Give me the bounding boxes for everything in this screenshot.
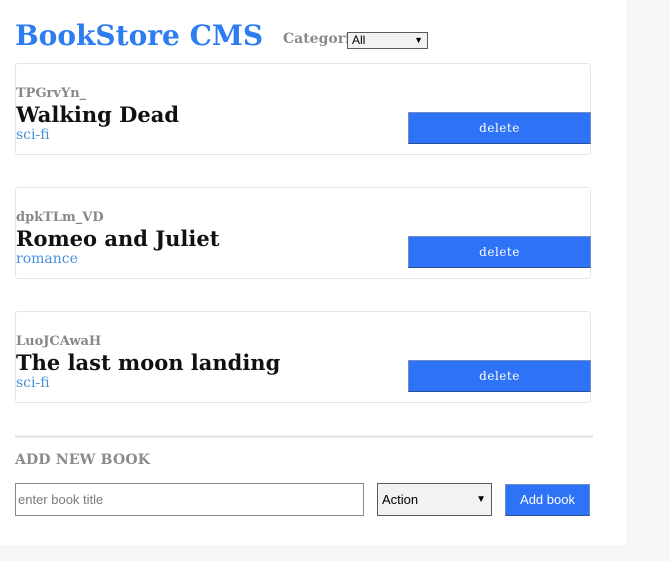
book-category[interactable]: sci-fi xyxy=(16,127,50,143)
delete-button[interactable]: delete xyxy=(408,112,591,144)
chevron-down-icon: ▼ xyxy=(414,35,423,45)
book-title: The last moon landing xyxy=(16,350,281,375)
categories-select[interactable]: All ▼ xyxy=(347,32,428,49)
book-title: Romeo and Juliet xyxy=(16,226,220,251)
genre-select[interactable]: Action ▼ xyxy=(377,483,492,516)
header: BookStore CMS Categories All ▼ xyxy=(15,18,615,54)
book-category[interactable]: sci-fi xyxy=(16,375,50,391)
book-card: LuoJCAwaH The last moon landing sci-fi d… xyxy=(15,311,591,403)
book-id: dpkTLm_VD xyxy=(16,210,104,225)
book-title: Walking Dead xyxy=(16,102,179,127)
delete-button[interactable]: delete xyxy=(408,236,591,268)
book-card: TPGrvYn_ Walking Dead sci-fi delete xyxy=(15,63,591,155)
add-book-button[interactable]: Add book xyxy=(505,484,590,516)
book-id: LuoJCAwaH xyxy=(16,334,102,349)
book-title-input[interactable] xyxy=(15,483,364,516)
genre-selected-value: Action xyxy=(382,492,419,507)
delete-button[interactable]: delete xyxy=(408,360,591,392)
book-id: TPGrvYn_ xyxy=(16,86,87,101)
chevron-down-icon: ▼ xyxy=(476,494,486,505)
section-divider xyxy=(15,435,593,438)
bookstore-panel: BookStore CMS Categories All ▼ TPGrvYn_ … xyxy=(0,0,626,545)
add-book-heading: ADD NEW BOOK xyxy=(15,452,151,468)
categories-selected-value: All xyxy=(352,33,366,47)
book-category[interactable]: romance xyxy=(16,251,78,267)
book-card: dpkTLm_VD Romeo and Juliet romance delet… xyxy=(15,187,591,279)
app-title[interactable]: BookStore CMS xyxy=(15,18,263,54)
